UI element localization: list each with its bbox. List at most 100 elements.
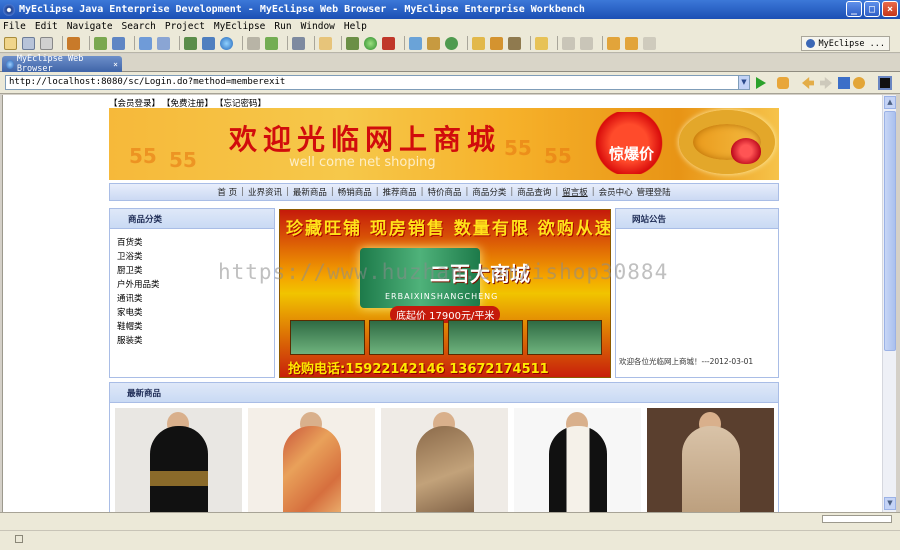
nav-recommended[interactable]: 推荐商品 [383,186,417,198]
scroll-down-arrow[interactable]: ▼ [884,497,896,510]
stop-icon[interactable] [838,77,850,89]
new-package-icon[interactable] [427,36,440,50]
toolbar-separator [404,36,405,50]
category-item[interactable]: 户外用品类 [117,278,160,292]
url-dropdown-arrow[interactable]: ▼ [738,76,749,89]
promo-banner-image[interactable]: 珍藏旺铺 现房销售 数量有限 欲购从速 二百大商城 ERBAIXINSHANGC… [279,209,611,378]
nav-separator: | [510,187,514,197]
reload-icon[interactable] [853,77,865,89]
menu-run[interactable]: Run [274,21,291,32]
open-type-icon[interactable] [247,36,260,50]
bookmark-icon[interactable] [777,77,789,89]
new-wizard-icon[interactable] [319,36,332,50]
refresh-icon[interactable] [445,36,458,50]
category-item[interactable]: 服装类 [117,334,160,348]
product-image[interactable] [115,408,242,512]
menu-project[interactable]: Project [165,21,205,32]
package-icon[interactable] [67,36,80,50]
product-image[interactable] [647,408,774,512]
toolbar-separator [467,36,468,50]
menu-navigate[interactable]: Navigate [67,21,113,32]
model-dress [682,426,740,512]
product-image[interactable] [248,408,375,512]
nav-member-center[interactable]: 会员中心 [599,186,633,198]
product-image[interactable] [514,408,641,512]
promo-photo [527,320,602,355]
model-dress [416,426,474,512]
nav-bestsellers[interactable]: 畅销商品 [338,186,372,198]
scrollbar-thumb[interactable] [884,111,896,351]
previous-annotation-icon[interactable] [580,36,593,50]
nav-new-products[interactable]: 最新商品 [293,186,327,198]
nav-separator: | [555,187,559,197]
url-input[interactable]: http://localhost:8080/sc/Login.do?method… [5,75,750,90]
browser-back-icon[interactable] [802,77,814,89]
browser-forward-icon[interactable] [820,77,832,89]
heart-gem-image [731,138,761,164]
server-icon[interactable] [139,36,152,50]
nav-product-search[interactable]: 商品查询 [517,186,551,198]
go-icon[interactable] [756,77,766,89]
perspective-switcher[interactable]: MyEclipse ... [801,36,890,51]
debug-icon[interactable] [346,36,359,50]
menu-help[interactable]: Help [344,21,367,32]
open-folder-icon[interactable] [472,36,485,50]
menu-file[interactable]: File [3,21,26,32]
next-annotation-icon[interactable] [562,36,575,50]
minimize-button[interactable]: _ [846,1,862,17]
new-icon[interactable] [4,36,17,50]
category-item[interactable]: 家电类 [117,306,160,320]
nav-specials[interactable]: 特价商品 [428,186,462,198]
run-external-icon[interactable] [382,36,395,50]
menu-search[interactable]: Search [122,21,156,32]
save-icon[interactable] [22,36,35,50]
fast-view-icon[interactable] [15,535,23,543]
pen-icon[interactable] [490,36,503,50]
horizontal-scrollbar[interactable] [822,515,892,523]
forward-icon[interactable] [643,36,656,50]
site-banner: 55 55 55 55 欢迎光临网上商城 well come net shopi… [109,108,779,180]
toolbar-separator [242,36,243,50]
notice-item[interactable]: 欢迎各位光临网上商城！---2012-03-01 [619,356,753,367]
nav-admin-login[interactable]: 管理登陆 [637,186,671,198]
tab-web-browser[interactable]: MyEclipse Web Browser × [2,54,122,74]
banner-decoration: 55 [129,144,157,168]
banner-decoration: 55 [544,144,572,168]
nav-industry-news[interactable]: 业界资讯 [248,186,282,198]
nav-home[interactable]: 首 页 [217,186,237,198]
console-icon[interactable] [292,36,305,50]
window-title-bar[interactable]: MyEclipse Java Enterprise Development - … [0,0,900,19]
menu-window[interactable]: Window [301,21,335,32]
menu-myeclipse[interactable]: MyEclipse [214,21,265,32]
build-icon[interactable] [94,36,107,50]
server-config-icon[interactable] [157,36,170,50]
page-vertical-scrollbar[interactable]: ▲ ▼ [882,95,896,512]
deploy-icon[interactable] [112,36,125,50]
scroll-up-arrow[interactable]: ▲ [884,96,896,109]
promo-photo [369,320,444,355]
product-image[interactable] [381,408,508,512]
nav-guestbook[interactable]: 留言板 [562,186,588,198]
close-tab-icon[interactable]: × [113,60,118,69]
database-icon[interactable] [202,36,215,50]
deploy-project-icon[interactable] [184,36,197,50]
search-icon[interactable] [508,36,521,50]
print-icon[interactable] [40,36,53,50]
new-class-icon[interactable] [409,36,422,50]
category-item[interactable]: 卫浴类 [117,250,160,264]
browser-home-icon[interactable] [878,76,892,90]
menu-edit[interactable]: Edit [35,21,58,32]
nav-categories[interactable]: 商品分类 [472,186,506,198]
maximize-button[interactable]: □ [864,1,880,17]
category-item[interactable]: 厨卫类 [117,264,160,278]
open-task-icon[interactable] [265,36,278,50]
last-edit-icon[interactable] [607,36,620,50]
close-button[interactable]: × [882,1,898,17]
back-icon[interactable] [625,36,638,50]
web-browser-icon[interactable] [220,36,233,50]
run-icon[interactable] [364,36,377,50]
category-item[interactable]: 百货类 [117,236,160,250]
category-item[interactable]: 鞋帽类 [117,320,160,334]
category-item[interactable]: 通讯类 [117,292,160,306]
folder-icon[interactable] [535,36,548,50]
